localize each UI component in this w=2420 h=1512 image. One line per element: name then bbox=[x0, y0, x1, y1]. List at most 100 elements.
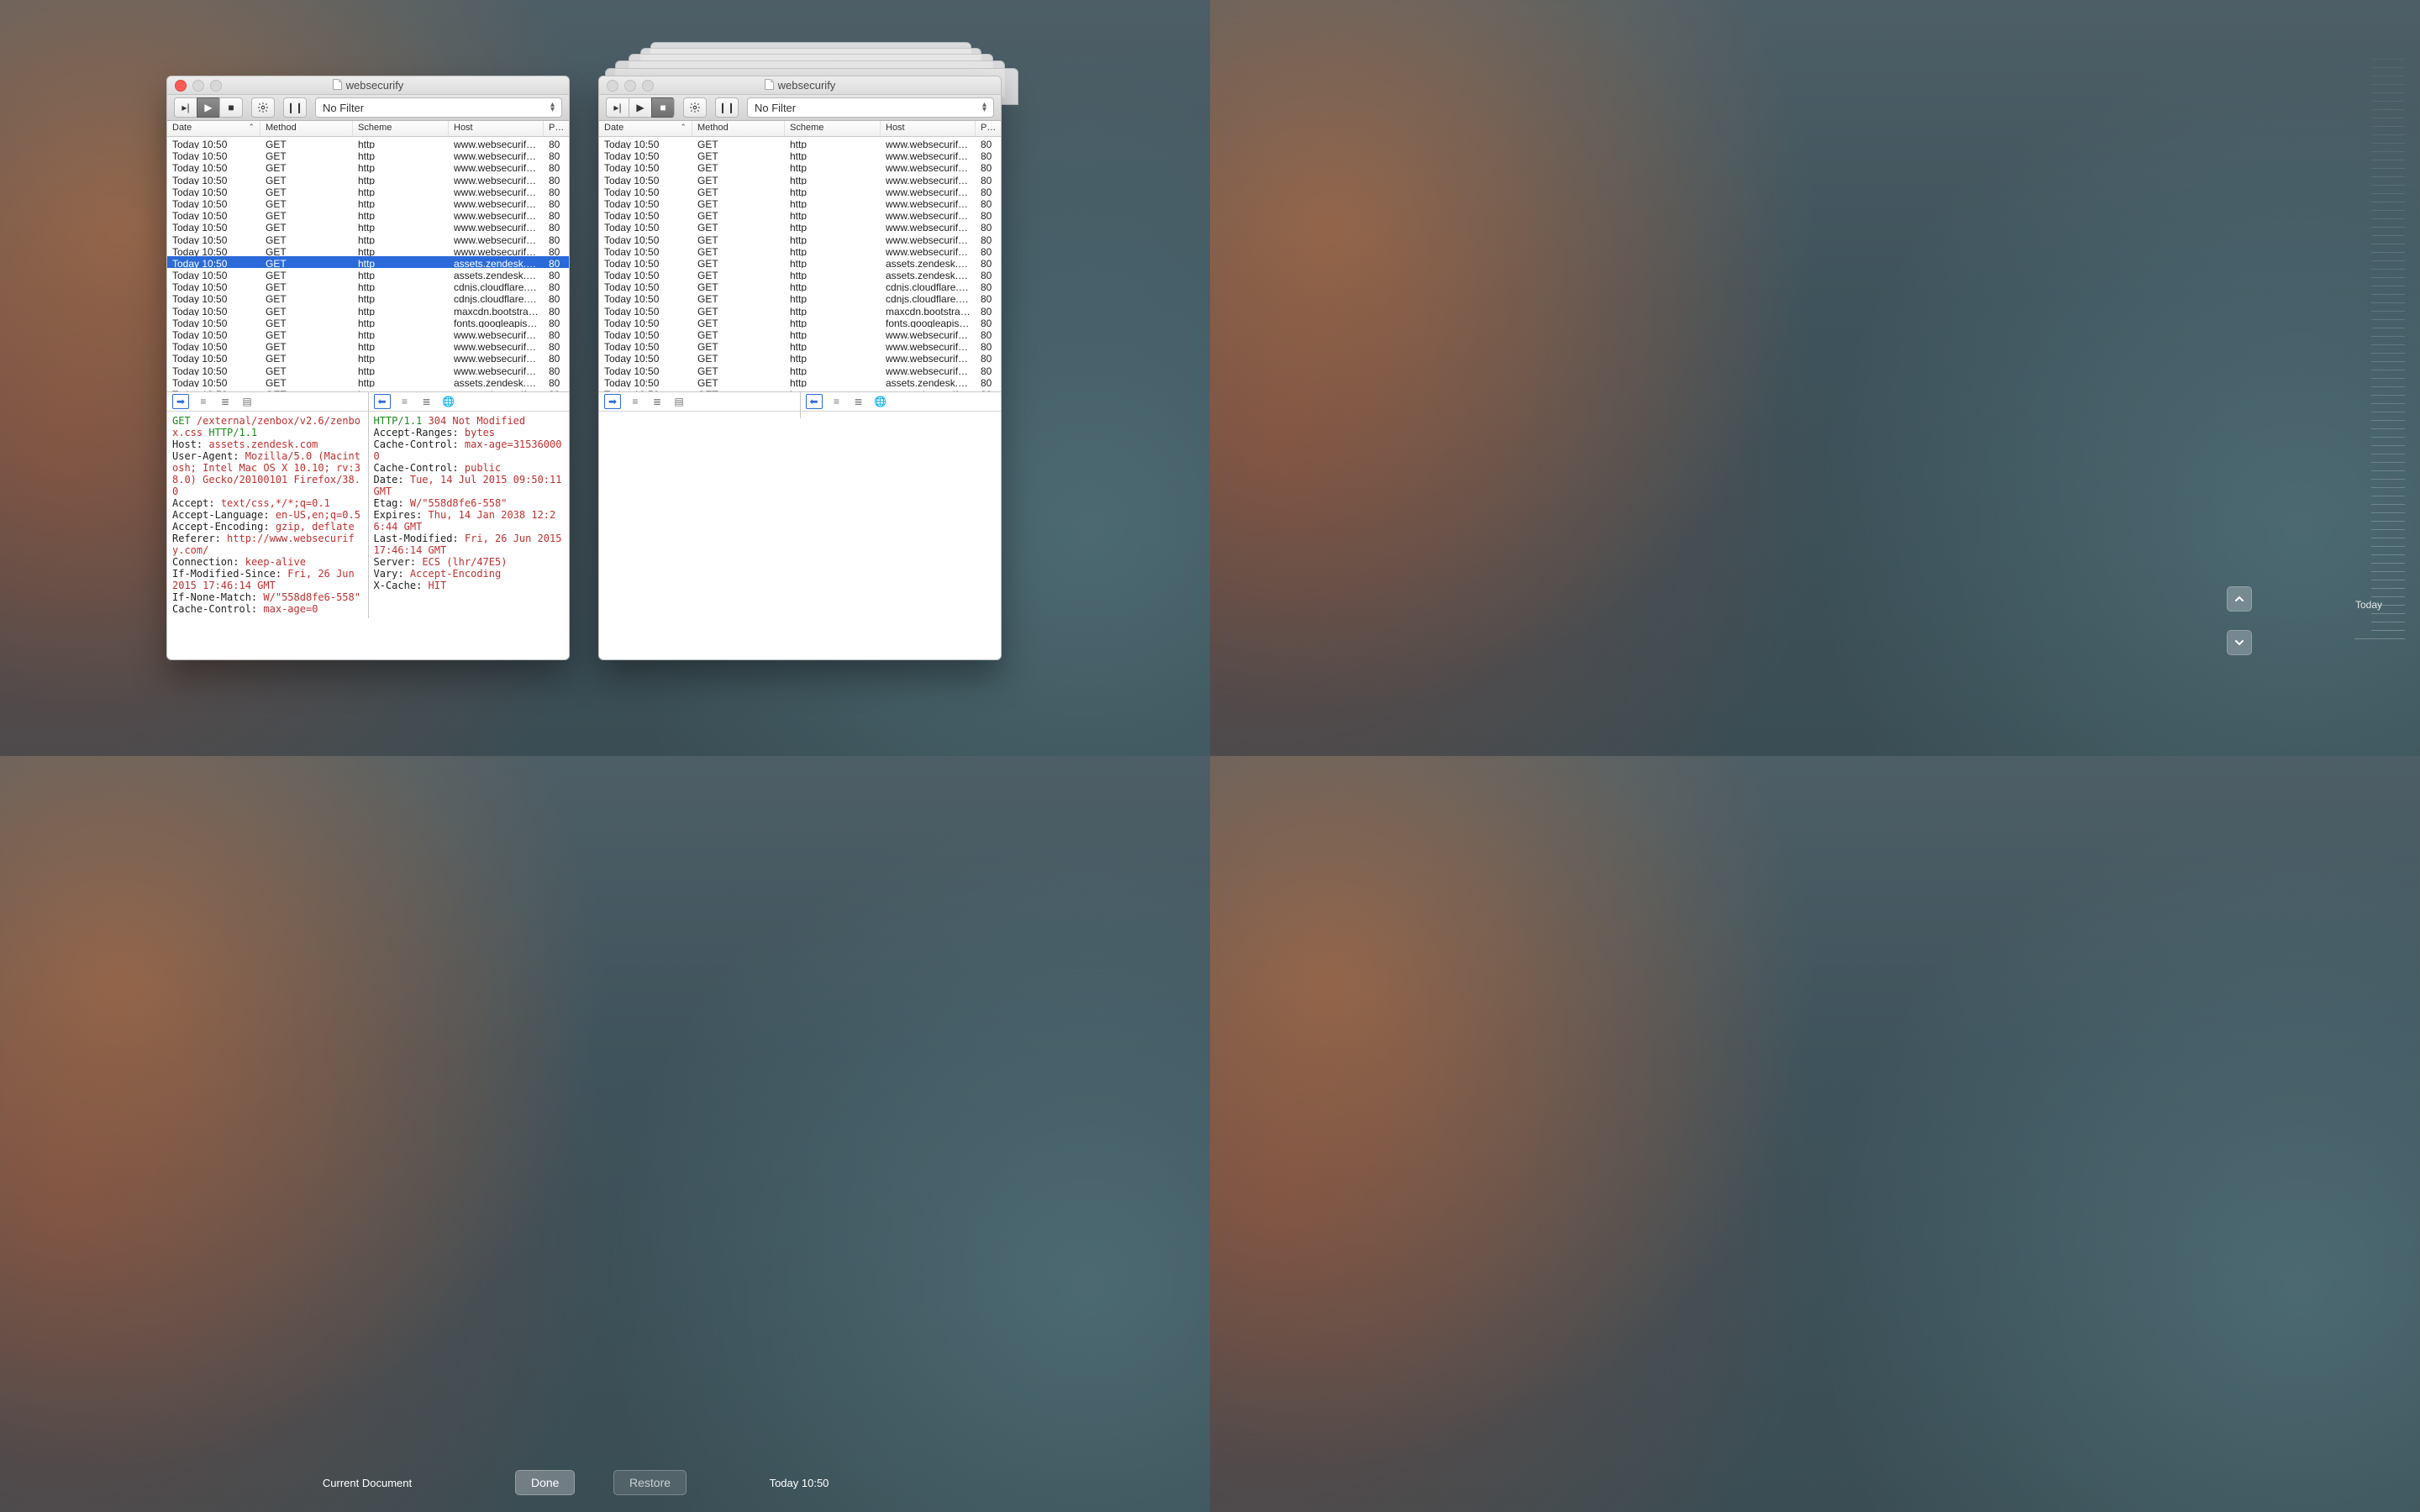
table-row[interactable]: Today 10:50GEThttpwww.websecurify....80 bbox=[599, 339, 1001, 351]
table-row[interactable]: Today 10:50GEThttpwww.websecurify....80 bbox=[599, 137, 1001, 149]
version-up-button[interactable] bbox=[2227, 586, 2252, 612]
table-row[interactable]: Today 10:50GEThttpwww.websecurify....80 bbox=[167, 364, 569, 375]
table-row[interactable]: Today 10:50GEThttpwww.websecurify....80 bbox=[167, 220, 569, 232]
text-icon[interactable]: ▤ bbox=[239, 395, 255, 408]
col-host[interactable]: Host bbox=[449, 121, 544, 136]
table-row[interactable]: Today 10:50GEThttpfonts.googleapis.com80 bbox=[167, 316, 569, 328]
settings-button[interactable] bbox=[683, 97, 707, 118]
table-row[interactable]: Today 10:50GEThttpcdnjs.cloudflare.com80 bbox=[599, 291, 1001, 303]
col-date[interactable]: Date⌃ bbox=[167, 121, 260, 136]
table-row[interactable]: Today 10:50GEThttpwww.websecurify....80 bbox=[167, 208, 569, 220]
timeline[interactable] bbox=[2354, 59, 2405, 1428]
table-row[interactable]: Today 10:50GEThttpwww.websecurify....80 bbox=[599, 233, 1001, 244]
request-body[interactable] bbox=[599, 412, 800, 418]
table-row[interactable]: Today 10:50GEThttpmaxcdn.bootstrap....80 bbox=[599, 304, 1001, 316]
minimize-button[interactable] bbox=[624, 80, 636, 92]
request-table[interactable]: Today 10:50GEThttpwww.websecurify....80T… bbox=[599, 137, 1001, 391]
table-row[interactable]: Today 10:50GEThttpwww.websecurify....80 bbox=[167, 328, 569, 339]
filter-icon[interactable]: ≣ bbox=[851, 395, 866, 408]
table-row[interactable]: Today 10:50GEThttpassets.zendesk.com80 bbox=[167, 375, 569, 387]
request-table[interactable]: Today 10:50GEThttpwww.websecurify....80T… bbox=[167, 137, 569, 391]
table-row[interactable]: Today 10:50GEThttpwww.websecurify....80 bbox=[167, 185, 569, 197]
globe-icon[interactable]: 🌐 bbox=[873, 395, 888, 408]
version-down-button[interactable] bbox=[2227, 630, 2252, 655]
table-row[interactable]: Today 10:50GEThttpwww.websecurify....80 bbox=[599, 328, 1001, 339]
table-row[interactable]: Today 10:50GEThttpwww.websecurify....80 bbox=[599, 220, 1001, 232]
request-body[interactable]: GET /external/zenbox/v2.6/zenbox.css HTT… bbox=[167, 412, 368, 618]
table-row[interactable]: Today 10:50GEThttpwww.websecurify....80 bbox=[599, 208, 1001, 220]
table-row[interactable]: Today 10:50GEThttpfonts.googleapis.com80 bbox=[599, 316, 1001, 328]
text-icon[interactable]: ▤ bbox=[671, 395, 687, 408]
filter-dropdown[interactable]: No Filter▴▾ bbox=[315, 97, 562, 118]
filter-icon[interactable]: ≣ bbox=[419, 395, 434, 408]
table-row[interactable]: Today 10:50GEThttpassets.zendesk.com80 bbox=[599, 268, 1001, 280]
table-row[interactable]: Today 10:50GEThttpcdnjs.cloudflare.com80 bbox=[599, 280, 1001, 291]
settings-button[interactable] bbox=[251, 97, 275, 118]
play-button[interactable]: ▶ bbox=[197, 97, 219, 118]
table-row[interactable]: Today 10:50GEThttpassets.zendesk.com80 bbox=[599, 375, 1001, 387]
table-row[interactable]: Today 10:50GEThttpwww.websecurify....80 bbox=[167, 339, 569, 351]
table-row[interactable]: Today 10:50GEThttpcdnjs.cloudflare.com80 bbox=[167, 280, 569, 291]
zoom-button[interactable] bbox=[642, 80, 654, 92]
filter-icon[interactable]: ≣ bbox=[650, 395, 665, 408]
stop-button[interactable]: ■ bbox=[651, 97, 675, 118]
arrow-left-icon[interactable]: ⬅ bbox=[374, 394, 391, 409]
stop-button[interactable]: ■ bbox=[219, 97, 243, 118]
table-row[interactable]: Today 10:50GEThttpwww.websecurify....80 bbox=[599, 351, 1001, 363]
close-button[interactable] bbox=[175, 80, 187, 92]
table-row[interactable]: Today 10:50GEThttpassets.zendesk.com80 bbox=[167, 256, 569, 268]
table-row[interactable]: Today 10:50GEThttpwww.websecurify....80 bbox=[167, 173, 569, 185]
col-host[interactable]: Host bbox=[881, 121, 976, 136]
traffic-lights[interactable] bbox=[167, 80, 222, 92]
table-row[interactable]: Today 10:50GEThttpwww.websecurify....80 bbox=[599, 244, 1001, 256]
zoom-button[interactable] bbox=[210, 80, 222, 92]
table-row[interactable]: Today 10:50GEThttpassets.zendesk.com80 bbox=[599, 256, 1001, 268]
response-body[interactable] bbox=[801, 412, 1002, 418]
table-row[interactable]: Today 10:50GEThttpwww.websecurify....80 bbox=[599, 197, 1001, 208]
table-row[interactable]: Today 10:50GEThttpassets.zendesk.com80 bbox=[167, 268, 569, 280]
col-scheme[interactable]: Scheme bbox=[785, 121, 881, 136]
list-icon[interactable]: ≡ bbox=[196, 395, 211, 408]
table-header[interactable]: Date⌃MethodSchemeHostPort bbox=[599, 121, 1001, 137]
filter-dropdown[interactable]: No Filter▴▾ bbox=[747, 97, 994, 118]
done-button[interactable]: Done bbox=[515, 1470, 575, 1495]
table-row[interactable]: Today 10:50GEThttpmaxcdn.bootstrap....80 bbox=[167, 304, 569, 316]
close-button[interactable] bbox=[607, 80, 618, 92]
table-row[interactable]: Today 10:50GEThttpwww.websecurify....80 bbox=[167, 197, 569, 208]
table-row[interactable]: Today 10:50GEThttpcdnjs.cloudflare.com80 bbox=[167, 291, 569, 303]
table-row[interactable]: Today 10:50GEThttpwww.websecurify....80 bbox=[599, 364, 1001, 375]
table-row[interactable]: Today 10:50GEThttpwww.websecurify....80 bbox=[167, 149, 569, 160]
table-row[interactable]: Today 10:50GEThttpwww.websecurify....80 bbox=[599, 185, 1001, 197]
filter-icon[interactable]: ≣ bbox=[218, 395, 233, 408]
table-header[interactable]: Date⌃MethodSchemeHostPort bbox=[167, 121, 569, 137]
table-row[interactable]: Today 10:50GEThttpwww.websecurify....80 bbox=[167, 351, 569, 363]
step-button[interactable]: ▸| bbox=[606, 97, 629, 118]
table-row[interactable]: Today 10:50GEThttpwww.websecurify....80 bbox=[167, 137, 569, 149]
arrow-left-icon[interactable]: ⬅ bbox=[806, 394, 823, 409]
play-button[interactable]: ▶ bbox=[629, 97, 651, 118]
table-row[interactable]: Today 10:50GEThttpwww.websecurify....80 bbox=[167, 244, 569, 256]
table-row[interactable]: Today 10:50GEThttpwww.websecurify....80 bbox=[599, 173, 1001, 185]
step-button[interactable]: ▸| bbox=[174, 97, 197, 118]
arrow-right-icon[interactable]: ➡ bbox=[604, 394, 621, 409]
table-row[interactable]: Today 10:50GEThttpwww.websecurify....80 bbox=[167, 233, 569, 244]
globe-icon[interactable]: 🌐 bbox=[441, 395, 456, 408]
list-icon[interactable]: ≡ bbox=[628, 395, 643, 408]
col-method[interactable]: Method bbox=[692, 121, 785, 136]
col-method[interactable]: Method bbox=[260, 121, 353, 136]
arrow-right-icon[interactable]: ➡ bbox=[172, 394, 189, 409]
response-body[interactable]: HTTP/1.1 304 Not Modified Accept-Ranges:… bbox=[369, 412, 570, 618]
table-row[interactable]: Today 10:50GEThttpwww.websecurify....80 bbox=[599, 149, 1001, 160]
col-port[interactable]: Port bbox=[544, 121, 569, 136]
pause-button[interactable]: ❙❙ bbox=[715, 97, 739, 118]
traffic-lights[interactable] bbox=[599, 80, 654, 92]
list-icon[interactable]: ≡ bbox=[829, 395, 844, 408]
list-icon[interactable]: ≡ bbox=[397, 395, 413, 408]
table-row[interactable]: Today 10:50GEThttpwww.websecurify....80 bbox=[599, 160, 1001, 172]
col-date[interactable]: Date⌃ bbox=[599, 121, 692, 136]
pause-button[interactable]: ❙❙ bbox=[283, 97, 307, 118]
minimize-button[interactable] bbox=[192, 80, 204, 92]
table-row[interactable]: Today 10:50GEThttpwww.websecurify....80 bbox=[167, 160, 569, 172]
col-scheme[interactable]: Scheme bbox=[353, 121, 449, 136]
col-port[interactable]: Port bbox=[976, 121, 1001, 136]
